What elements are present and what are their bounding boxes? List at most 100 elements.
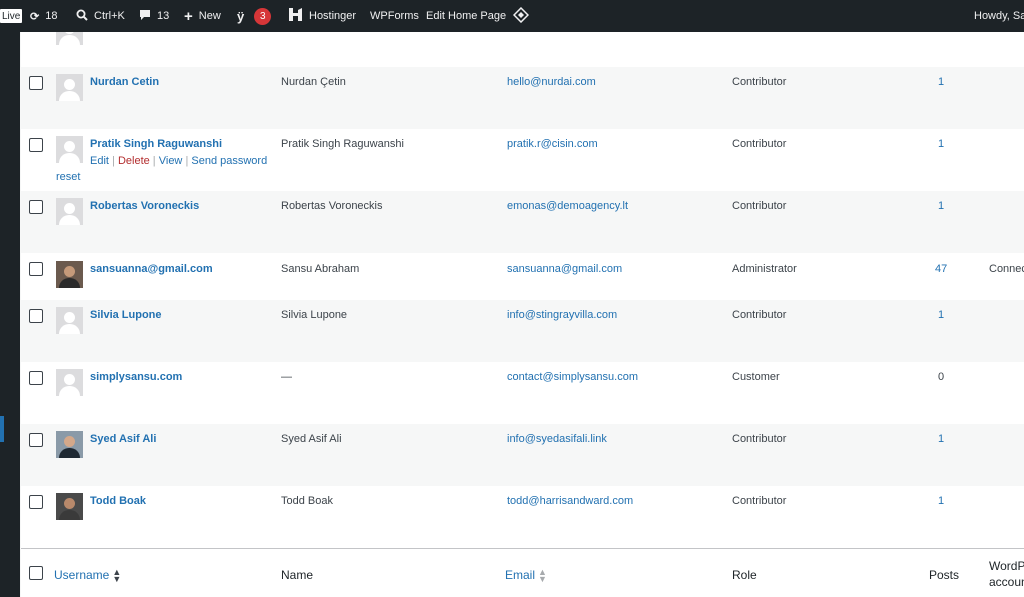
- table-row: Pratik Singh Raguwanshi Edit | Delete | …: [21, 129, 1024, 191]
- sort-arrows-icon: ▲ ▼: [112, 566, 122, 584]
- row-checkbox[interactable]: [29, 200, 43, 214]
- edit-link[interactable]: Edit: [90, 155, 109, 167]
- table-row: Todd Boak Todd Boak todd@harrisandward.c…: [21, 486, 1024, 548]
- comment-icon: [139, 9, 151, 24]
- view-link[interactable]: View: [159, 155, 183, 167]
- user-name: Todd Boak: [281, 495, 333, 507]
- email-link[interactable]: sansuanna@gmail.com: [507, 263, 622, 275]
- user-name: Nurdan Çetin: [281, 76, 346, 88]
- table-row: [21, 32, 1024, 67]
- email-link[interactable]: hello@nurdai.com: [507, 76, 596, 88]
- email-link[interactable]: info@syedasifali.link: [507, 433, 607, 445]
- user-role: Contributor: [732, 309, 787, 321]
- username-link[interactable]: Syed Asif Ali: [90, 433, 156, 445]
- username-column-header[interactable]: Username ▲ ▼: [54, 566, 122, 584]
- search-icon: [76, 9, 88, 24]
- sort-arrows-icon: ▲ ▼: [538, 566, 547, 584]
- username-link[interactable]: Robertas Voroneckis: [90, 200, 199, 212]
- wordpress-account-header-line1: WordPr: [989, 559, 1024, 573]
- email-link[interactable]: pratik.r@cisin.com: [507, 138, 598, 150]
- user-name: Silvia Lupone: [281, 309, 348, 321]
- row-checkbox[interactable]: [29, 495, 43, 509]
- select-all-checkbox[interactable]: [29, 566, 43, 580]
- users-content: Nurdan Cetin Nurdan Çetin hello@nurdai.c…: [20, 32, 1024, 597]
- email-header-label: Email: [505, 568, 536, 582]
- username-link[interactable]: Pratik Singh Raguwanshi: [90, 138, 222, 150]
- username-link[interactable]: Silvia Lupone: [90, 309, 162, 321]
- comments-item[interactable]: 13: [139, 0, 169, 32]
- updates-item[interactable]: ⟳ 18: [30, 0, 57, 32]
- posts-count[interactable]: 47: [935, 263, 947, 275]
- avatar: [56, 136, 83, 163]
- send-password-link[interactable]: Send password: [191, 155, 267, 167]
- posts-count[interactable]: 1: [938, 433, 944, 445]
- hostinger-item[interactable]: Hostinger: [288, 0, 356, 32]
- posts-count[interactable]: 1: [938, 76, 944, 88]
- row-actions: Edit | Delete | View | Send password: [90, 155, 267, 167]
- hostinger-icon: [288, 7, 303, 25]
- table-row: sansuanna@gmail.com Sansu Abraham sansua…: [21, 253, 1024, 300]
- row-checkbox[interactable]: [29, 309, 43, 323]
- email-link[interactable]: contact@simplysansu.com: [507, 371, 638, 383]
- new-content-item[interactable]: + New: [184, 0, 221, 32]
- row-checkbox[interactable]: [29, 138, 43, 152]
- posts-count[interactable]: 1: [938, 309, 944, 321]
- delete-link[interactable]: Delete: [118, 155, 150, 167]
- connection-status: Connec: [989, 263, 1024, 275]
- row-checkbox[interactable]: [29, 262, 43, 276]
- yoast-item[interactable]: ÿ 3: [237, 0, 272, 32]
- table-row: Silvia Lupone Silvia Lupone info@stingra…: [21, 300, 1024, 362]
- diamond-item[interactable]: [512, 0, 530, 32]
- avatar: [56, 261, 83, 288]
- name-column-header: Name: [281, 568, 314, 582]
- user-name: Robertas Voroneckis: [281, 200, 383, 212]
- username-link[interactable]: simplysansu.com: [90, 371, 182, 383]
- yoast-notification-badge: 3: [254, 7, 272, 25]
- posts-count[interactable]: 1: [938, 495, 944, 507]
- user-role: Administrator: [732, 263, 797, 275]
- live-badge[interactable]: Live: [0, 9, 23, 23]
- search-shortcut-item[interactable]: Ctrl+K: [76, 0, 125, 32]
- howdy-account[interactable]: Howdy, Sa: [974, 0, 1024, 32]
- hostinger-label: Hostinger: [309, 10, 357, 22]
- user-role: Customer: [732, 371, 780, 383]
- edit-page-item[interactable]: Edit Home Page: [426, 0, 506, 32]
- separator: |: [149, 155, 159, 167]
- posts-count[interactable]: 1: [938, 200, 944, 212]
- email-column-header[interactable]: Email ▲ ▼: [505, 566, 547, 584]
- avatar: [56, 493, 83, 520]
- username-link[interactable]: sansuanna@gmail.com: [90, 263, 213, 275]
- user-name: Syed Asif Ali: [281, 433, 342, 445]
- avatar: [56, 307, 83, 334]
- user-role: Contributor: [732, 433, 787, 445]
- posts-count: 0: [938, 371, 945, 383]
- email-link[interactable]: info@stingrayvilla.com: [507, 309, 617, 321]
- avatar: [56, 431, 83, 458]
- avatar: [56, 32, 83, 45]
- user-role: Contributor: [732, 76, 787, 88]
- new-label: New: [198, 10, 221, 22]
- username-link[interactable]: Todd Boak: [90, 495, 146, 507]
- separator: |: [108, 155, 118, 167]
- admin-bar: Live ⟳ 18 Ctrl+K 13 + New ÿ 3 Hostinger …: [0, 0, 1024, 32]
- user-role: Contributor: [732, 200, 787, 212]
- role-column-header: Role: [732, 568, 757, 582]
- collapse-tab[interactable]: [0, 416, 4, 442]
- table-row: simplysansu.com — contact@simplysansu.co…: [21, 362, 1024, 424]
- email-link[interactable]: todd@harrisandward.com: [507, 495, 633, 507]
- username-header-label: Username: [54, 568, 110, 582]
- row-checkbox[interactable]: [29, 433, 43, 447]
- avatar: [56, 74, 83, 101]
- row-checkbox[interactable]: [29, 76, 43, 90]
- wpforms-item[interactable]: WPForms: [370, 0, 419, 32]
- posts-count[interactable]: 1: [938, 138, 944, 150]
- reset-link[interactable]: reset: [56, 171, 80, 183]
- avatar: [56, 369, 83, 396]
- username-link[interactable]: Nurdan Cetin: [90, 76, 159, 88]
- yoast-icon: ÿ: [237, 8, 245, 24]
- table-row: Nurdan Cetin Nurdan Çetin hello@nurdai.c…: [21, 67, 1024, 129]
- posts-column-header: Posts: [929, 568, 960, 582]
- email-link[interactable]: emonas@demoagency.lt: [507, 200, 628, 212]
- row-checkbox[interactable]: [29, 371, 43, 385]
- comments-count: 13: [157, 10, 170, 22]
